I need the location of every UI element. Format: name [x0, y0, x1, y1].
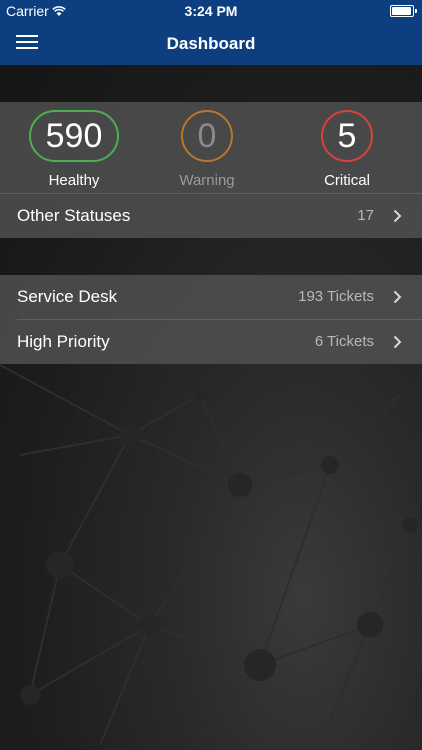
other-statuses-label: Other Statuses: [17, 206, 131, 225]
other-statuses-row[interactable]: Other Statuses 17: [0, 194, 422, 238]
healthy-count: 590: [29, 110, 119, 162]
healthy-label: Healthy: [48, 172, 100, 189]
service-desk-row[interactable]: Service Desk 193 Tickets: [0, 275, 422, 319]
status-summary-panel: 590 Healthy 0 Warning 5 Critical Other S…: [0, 102, 422, 238]
critical-label: Critical: [324, 172, 370, 189]
chevron-right-icon: [393, 290, 402, 304]
status-bar: Carrier 3:24 PM: [0, 0, 422, 22]
service-desk-count: 193 Tickets: [298, 288, 374, 305]
battery-icon: [390, 5, 417, 17]
clock: 3:24 PM: [184, 3, 238, 19]
warning-label: Warning: [179, 172, 235, 189]
page-title: Dashboard: [166, 34, 256, 53]
nav-bar: Dashboard: [0, 22, 422, 65]
warning-stat[interactable]: 0 Warning: [137, 110, 277, 189]
other-statuses-count: 17: [357, 207, 374, 224]
chevron-right-icon: [393, 335, 402, 349]
high-priority-row[interactable]: High Priority 6 Tickets: [0, 320, 422, 364]
tickets-panel: Service Desk 193 Tickets High Priority 6…: [0, 275, 422, 364]
critical-stat[interactable]: 5 Critical: [277, 110, 417, 189]
high-priority-count: 6 Tickets: [314, 333, 374, 350]
chevron-right-icon: [393, 209, 402, 223]
healthy-stat[interactable]: 590 Healthy: [4, 110, 144, 189]
critical-count: 5: [321, 110, 373, 162]
high-priority-label: High Priority: [17, 332, 110, 351]
service-desk-label: Service Desk: [17, 287, 118, 306]
warning-count: 0: [181, 110, 233, 162]
